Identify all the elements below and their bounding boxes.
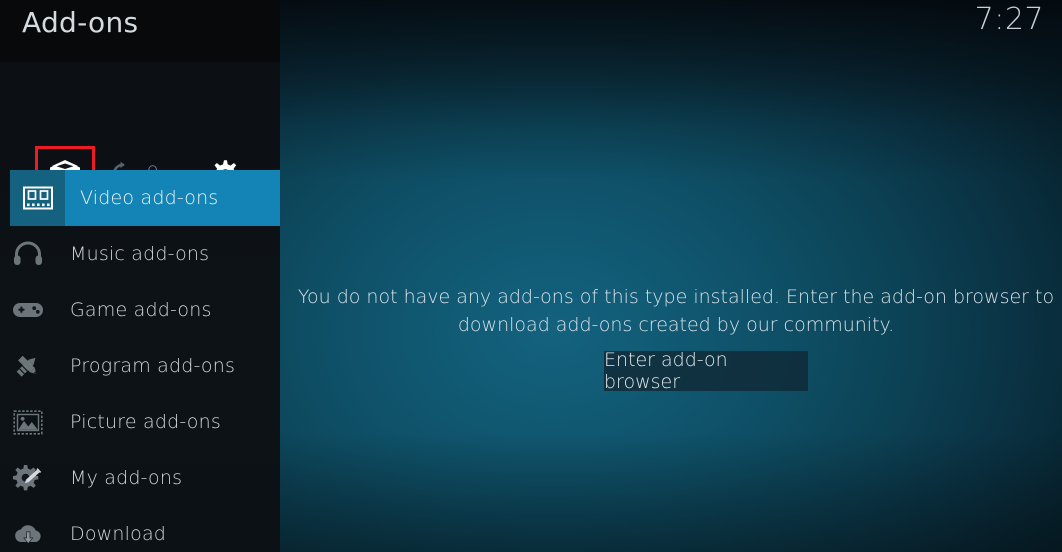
addons-category-menu: Video add-ons Music add-ons Game add-ons… bbox=[0, 170, 280, 552]
pencil-ruler-icon bbox=[0, 338, 55, 394]
page-title: Add-ons bbox=[22, 6, 139, 39]
picture-icon bbox=[0, 394, 55, 450]
sidebar-item-picture-addons[interactable]: Picture add-ons bbox=[0, 394, 280, 450]
enter-addon-browser-button[interactable]: Enter add-on browser bbox=[604, 349, 808, 393]
sidebar-item-music-addons[interactable]: Music add-ons bbox=[0, 226, 280, 282]
gamepad-icon bbox=[0, 282, 55, 338]
sidebar-item-label: Video add-ons bbox=[65, 170, 280, 226]
film-strip-icon bbox=[10, 170, 65, 226]
gear-wrench-icon bbox=[0, 450, 55, 506]
headphones-icon bbox=[0, 226, 55, 282]
sidebar-item-label: Program add-ons bbox=[70, 355, 236, 377]
addons-toolbar: 0 bbox=[0, 62, 280, 202]
sidebar-item-download[interactable]: Download bbox=[0, 506, 280, 552]
sidebar-item-label: My add-ons bbox=[70, 467, 183, 489]
sidebar-item-video-addons[interactable]: Video add-ons bbox=[10, 170, 280, 226]
sidebar-panel: Add-ons Video add-ons Music add-ons Game… bbox=[0, 0, 280, 552]
sidebar-item-label: Picture add-ons bbox=[70, 411, 221, 433]
sidebar-item-program-addons[interactable]: Program add-ons bbox=[0, 338, 280, 394]
sidebar-item-label: Music add-ons bbox=[70, 243, 210, 265]
empty-state-message: You do not have any add-ons of this type… bbox=[297, 286, 1055, 336]
sidebar-item-label: Game add-ons bbox=[70, 299, 212, 321]
sidebar-item-game-addons[interactable]: Game add-ons bbox=[0, 282, 280, 338]
main-content: You do not have any add-ons of this type… bbox=[280, 0, 1062, 552]
sidebar-item-label: Download bbox=[70, 523, 167, 545]
cloud-download-icon bbox=[0, 506, 55, 552]
sidebar-item-my-addons[interactable]: My add-ons bbox=[0, 450, 280, 506]
